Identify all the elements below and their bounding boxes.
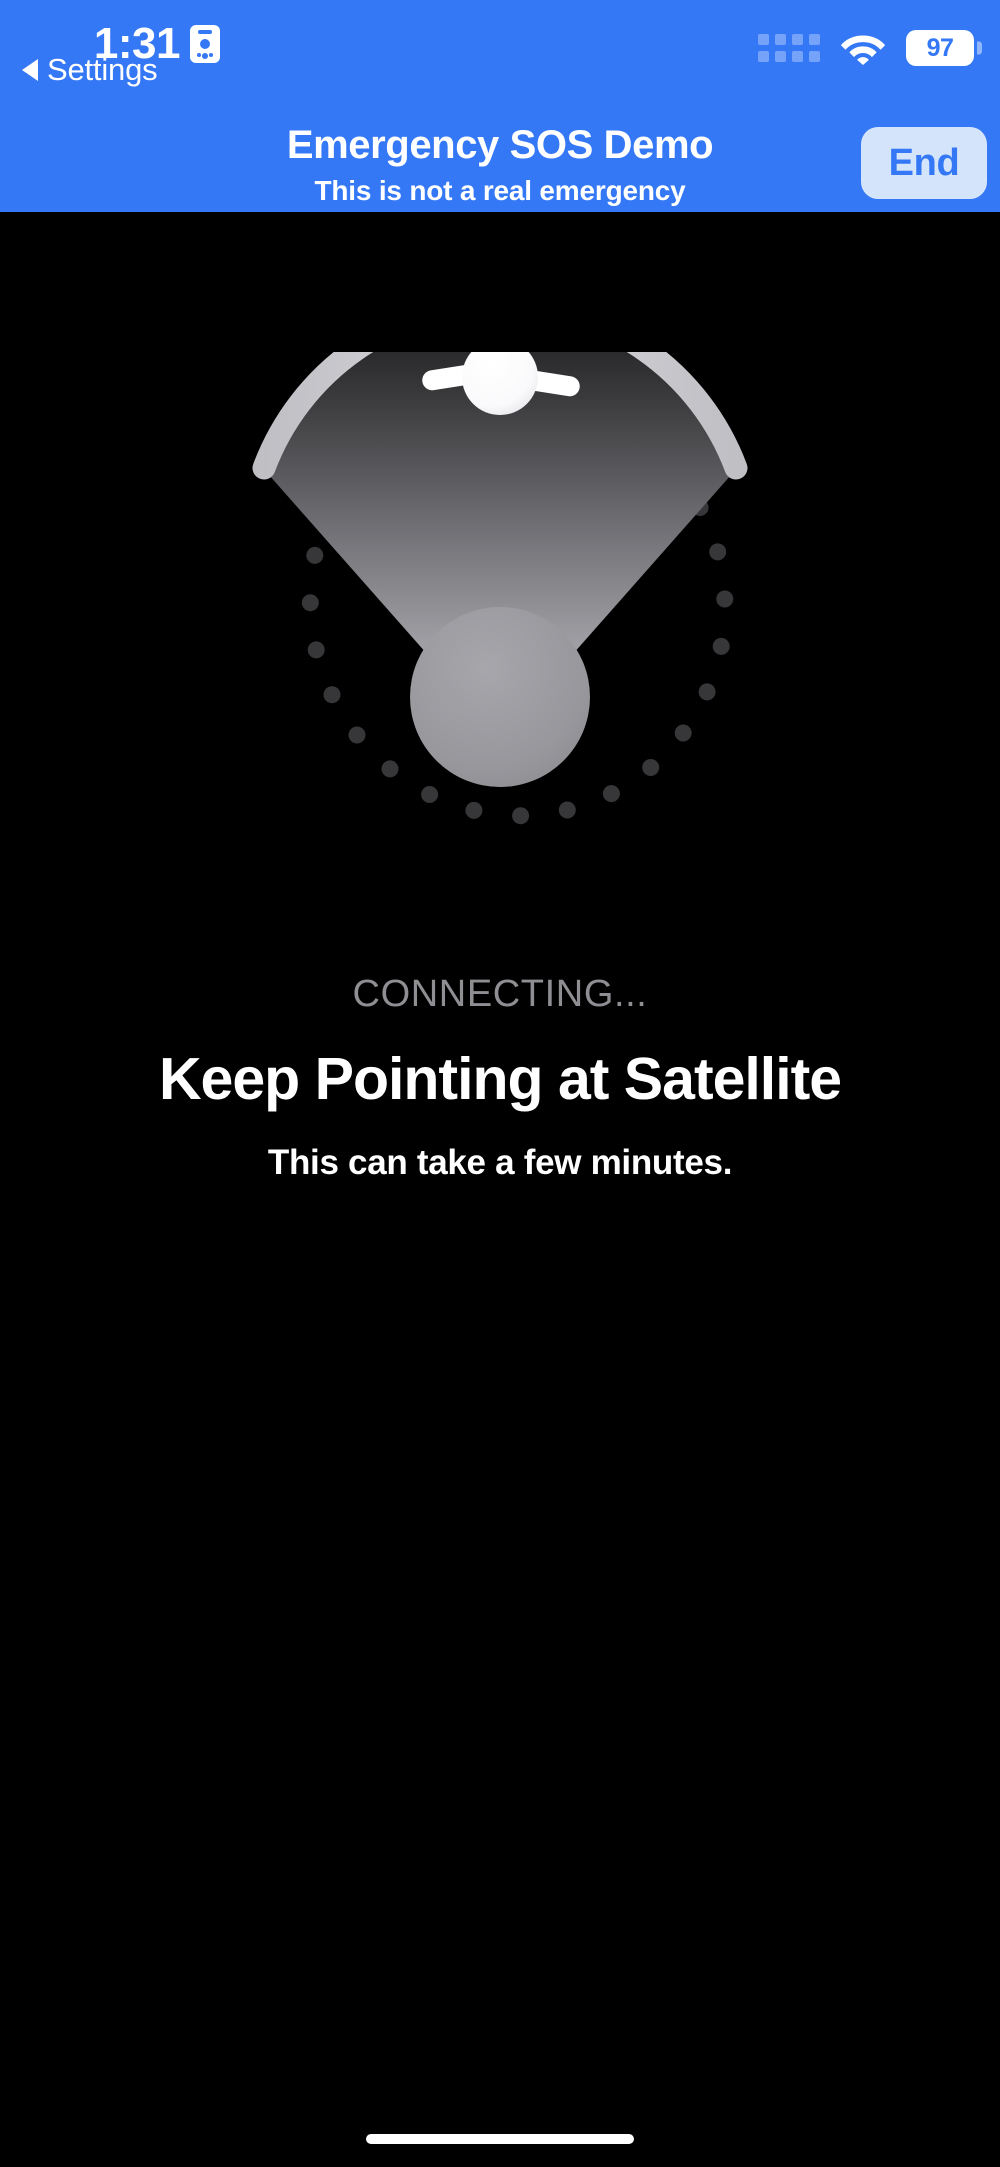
page-title: Emergency SOS Demo — [286, 123, 714, 167]
back-to-settings-label: Settings — [47, 52, 158, 87]
instruction-subline: This can take a few minutes. — [267, 1143, 733, 1183]
back-to-settings-indicator[interactable]: Settings — [22, 52, 158, 87]
home-indicator-bar[interactable] — [366, 2134, 634, 2144]
navigation-bar: Emergency SOS Demo This is not a real em… — [0, 108, 1000, 212]
status-and-nav-banner: 1:31 97 Settings Emergency SOS Demo This… — [0, 0, 1000, 212]
main-content: CONNECTING... Keep Pointing at Satellite… — [0, 212, 1000, 2167]
wifi-icon — [840, 35, 886, 65]
cellular-signal-icon — [758, 34, 820, 62]
satellite-pointing-dish-graphic — [240, 352, 760, 872]
back-triangle-icon — [22, 58, 38, 81]
page-subtitle: This is not a real emergency — [314, 175, 686, 207]
battery-level-label: 97 — [926, 33, 954, 62]
status-bar-right: 97 — [758, 30, 974, 66]
instruction-headline: Keep Pointing at Satellite — [158, 1045, 842, 1112]
base-sphere — [410, 607, 590, 787]
end-button[interactable]: End — [861, 127, 987, 199]
status-text-block: CONNECTING... Keep Pointing at Satellite… — [0, 972, 1000, 1186]
emergency-sos-demo-screen: 1:31 97 Settings Emergency SOS Demo This… — [0, 0, 1000, 2167]
satellite-illustration-svg — [252, 352, 748, 825]
battery-indicator: 97 — [906, 30, 974, 66]
navigation-bar-titles: Emergency SOS Demo This is not a real em… — [0, 108, 1000, 210]
connection-status-label: CONNECTING... — [352, 973, 648, 1015]
status-bar: 1:31 97 Settings — [0, 0, 1000, 96]
id-card-location-icon — [190, 25, 220, 63]
